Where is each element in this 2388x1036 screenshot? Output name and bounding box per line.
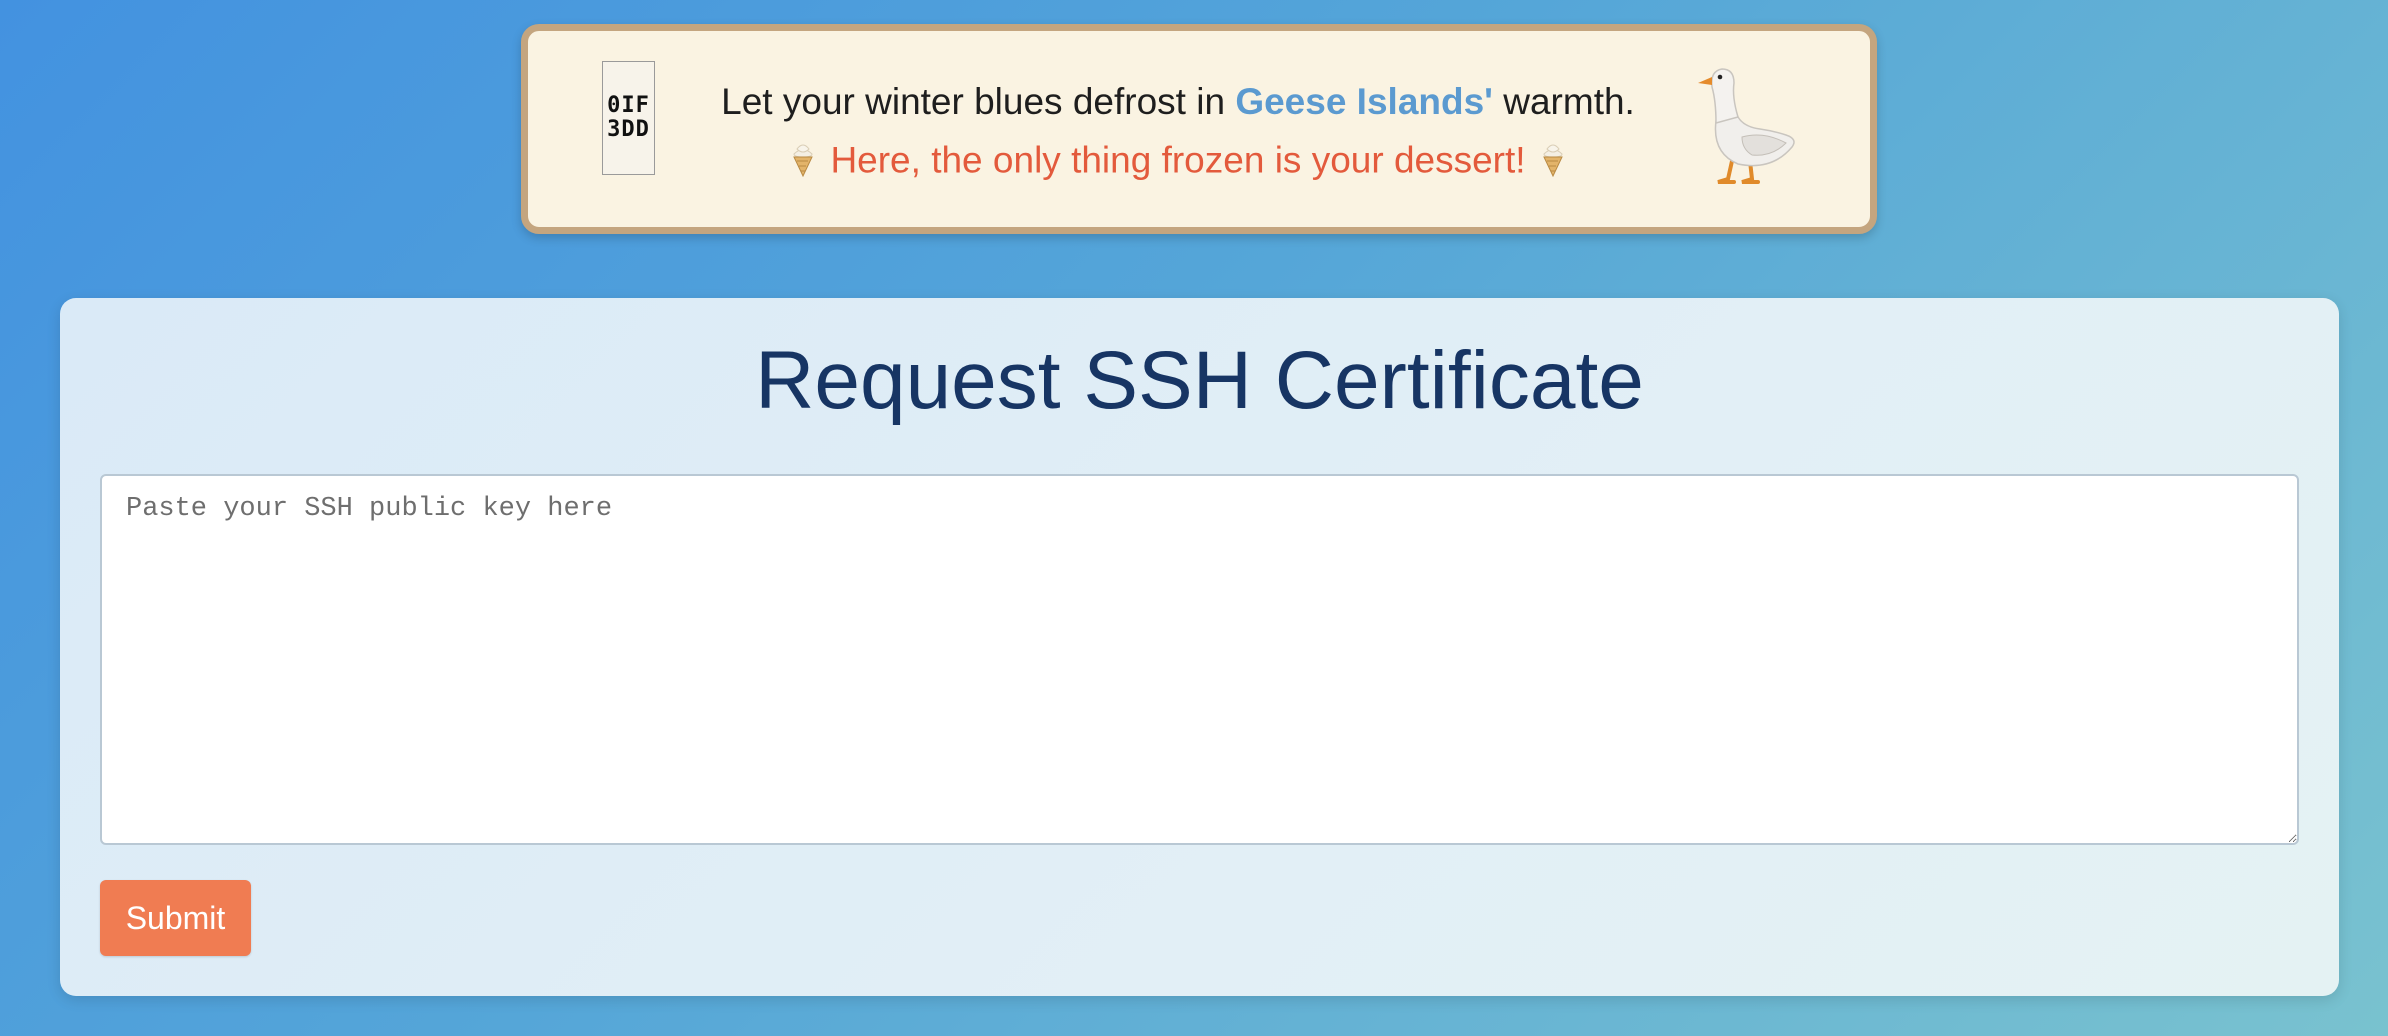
ssh-public-key-input[interactable] xyxy=(100,474,2299,845)
banner-highlight-geese-islands: Geese Islands' xyxy=(1235,81,1493,122)
banner-headline: Let your winter blues defrost in Geese I… xyxy=(688,81,1668,123)
goose-icon xyxy=(1694,61,1804,191)
promo-banner: 0IF 3DD Let your winter blues defrost in… xyxy=(521,24,1877,234)
certificate-request-card: Request SSH Certificate Submit xyxy=(60,298,2339,996)
unknown-glyph-box: 0IF 3DD xyxy=(602,61,655,175)
banner-headline-start: Let your winter blues defrost in xyxy=(721,81,1236,122)
submit-button[interactable]: Submit xyxy=(100,880,251,956)
glyph-top-text: 0IF xyxy=(607,93,650,118)
page-title: Request SSH Certificate xyxy=(755,335,1644,426)
ice-cream-cone-icon xyxy=(790,139,816,186)
banner-tagline: Here, the only thing frozen is your dess… xyxy=(688,139,1668,186)
banner-headline-end: warmth. xyxy=(1492,81,1635,122)
banner-tagline-text: Here, the only thing frozen is your dess… xyxy=(830,139,1526,181)
ice-cream-cone-icon xyxy=(1540,139,1566,186)
glyph-bottom-text: 3DD xyxy=(607,117,650,142)
